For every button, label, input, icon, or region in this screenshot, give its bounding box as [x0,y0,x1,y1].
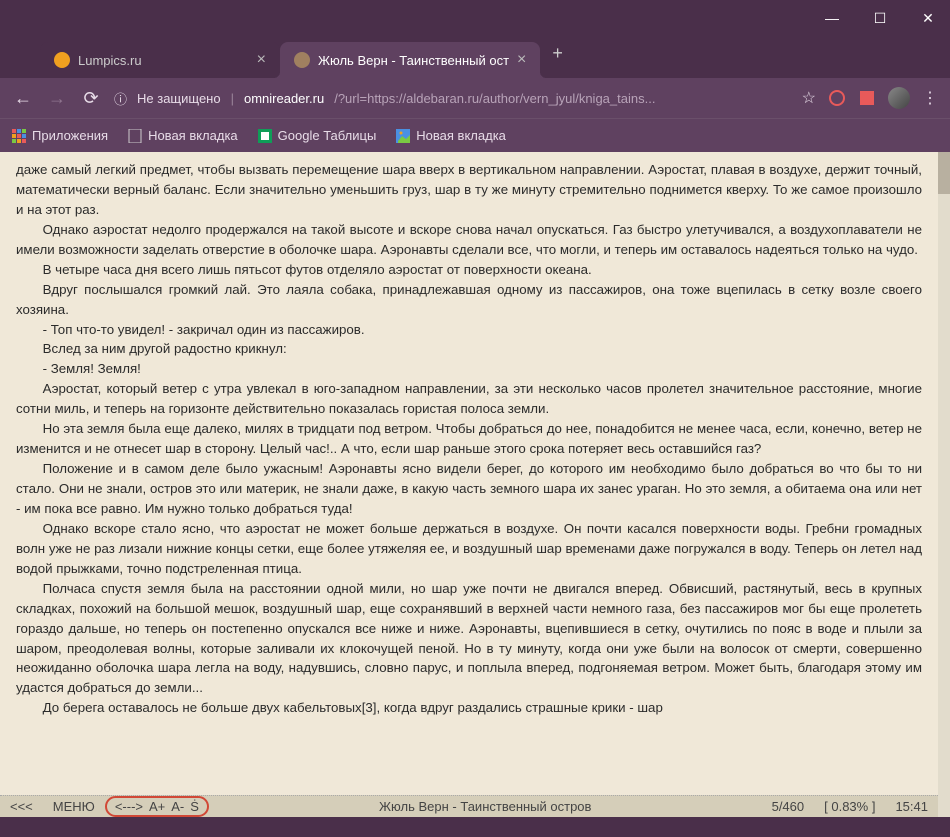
reader-settings-button[interactable]: Ṡ [190,799,199,814]
bookmarks-bar: Приложения Новая вкладка Google Таблицы … [0,118,950,152]
reader-viewport: даже самый легкий предмет, чтобы вызвать… [0,152,950,817]
prev-page-button[interactable]: <<< [0,799,43,814]
reader-menu-button[interactable]: МЕНЮ [43,799,105,814]
forward-button: → [46,88,68,109]
book-text: даже самый легкий предмет, чтобы вызвать… [0,152,938,817]
page-counter: 5/460 [762,799,815,814]
extension-icon[interactable] [858,89,876,107]
apps-shortcut[interactable]: Приложения [12,128,108,143]
close-button[interactable]: ✕ [914,4,942,32]
kebab-menu-icon[interactable]: ⋮ [922,88,938,108]
paragraph: До берега оставалось не больше двух кабе… [16,698,922,718]
font-decrease-button[interactable]: A- [171,799,184,814]
reload-button[interactable]: ⟳ [80,88,102,109]
paragraph: Вслед за ним другой радостно крикнул: [16,339,922,359]
window-titlebar: — ☐ ✕ [0,0,950,36]
font-increase-button[interactable]: A+ [149,799,165,814]
favicon-icon [294,52,310,68]
profile-avatar[interactable] [888,87,910,109]
tab-lumpics[interactable]: Lumpics.ru × [40,42,280,78]
clock: 15:41 [885,799,938,814]
vertical-scrollbar[interactable] [938,152,950,817]
paragraph: Но эта земля была еще далеко, милях в тр… [16,419,922,459]
reader-controls-callout: <---> A+ A- Ṡ [105,796,209,817]
url-domain: omnireader.ru [244,91,324,106]
bookmark-sheets[interactable]: Google Таблицы [258,128,377,143]
divider: | [231,91,234,106]
book-title-label: Жюль Верн - Таинственный остров [209,799,762,814]
bookmark-label: Google Таблицы [278,128,377,143]
browser-toolbar: ← → ⟳ ⓘ Не защищено | omnireader.ru /?url… [0,78,950,118]
close-tab-icon[interactable]: × [257,51,266,69]
bookmark-star-icon[interactable]: ☆ [802,88,816,108]
url-path: /?url=https://aldebaran.ru/author/vern_j… [334,91,655,106]
back-button[interactable]: ← [12,88,34,109]
close-tab-icon[interactable]: × [517,51,526,69]
paragraph: - Земля! Земля! [16,359,922,379]
sheets-icon [258,129,272,143]
paragraph: Аэростат, который ветер с утра увлекал в… [16,379,922,419]
paragraph: Полчаса спустя земля была на расстоянии … [16,579,922,699]
paragraph: Однако аэростат недолго продержался на т… [16,220,922,260]
opera-icon[interactable] [828,89,846,107]
paragraph: Однако вскоре стало ясно, что аэростат н… [16,519,922,579]
info-icon[interactable]: ⓘ [114,89,127,108]
paragraph: Вдруг послышался громкий лай. Это лаяла … [16,280,922,320]
width-toggle-button[interactable]: <---> [115,799,143,814]
bookmark-label: Новая вкладка [416,128,506,143]
bookmark-label: Приложения [32,128,108,143]
favicon-icon [54,52,70,68]
paragraph: даже самый легкий предмет, чтобы вызвать… [16,160,922,220]
security-label: Не защищено [137,91,221,106]
paragraph: - Топ что-то увидел! - закричал один из … [16,320,922,340]
page-icon [128,129,142,143]
bookmark-new-tab-2[interactable]: Новая вкладка [396,128,506,143]
apps-icon [12,129,26,143]
address-bar[interactable]: ⓘ Не защищено | omnireader.ru /?url=https… [114,89,790,108]
new-tab-button[interactable]: + [552,43,563,64]
paragraph: В четыре часа дня всего лишь пятьсот фут… [16,260,922,280]
bookmark-label: Новая вкладка [148,128,238,143]
tab-omnireader[interactable]: Жюль Верн - Таинственный ост × [280,42,540,78]
reader-status-bar: <<< МЕНЮ <---> A+ A- Ṡ Жюль Верн - Таинс… [0,795,938,817]
tab-title: Жюль Верн - Таинственный ост [318,53,509,68]
paragraph: Положение и в самом деле было ужасным! А… [16,459,922,519]
tab-title: Lumpics.ru [78,53,142,68]
progress-percent: [ 0.83% ] [814,799,885,814]
minimize-button[interactable]: — [818,4,846,32]
maximize-button[interactable]: ☐ [866,4,894,32]
bookmark-new-tab[interactable]: Новая вкладка [128,128,238,143]
scrollbar-thumb[interactable] [938,152,950,194]
image-icon [396,129,410,143]
browser-statusbar [0,817,950,837]
tab-strip: Lumpics.ru × Жюль Верн - Таинственный ос… [0,36,950,78]
